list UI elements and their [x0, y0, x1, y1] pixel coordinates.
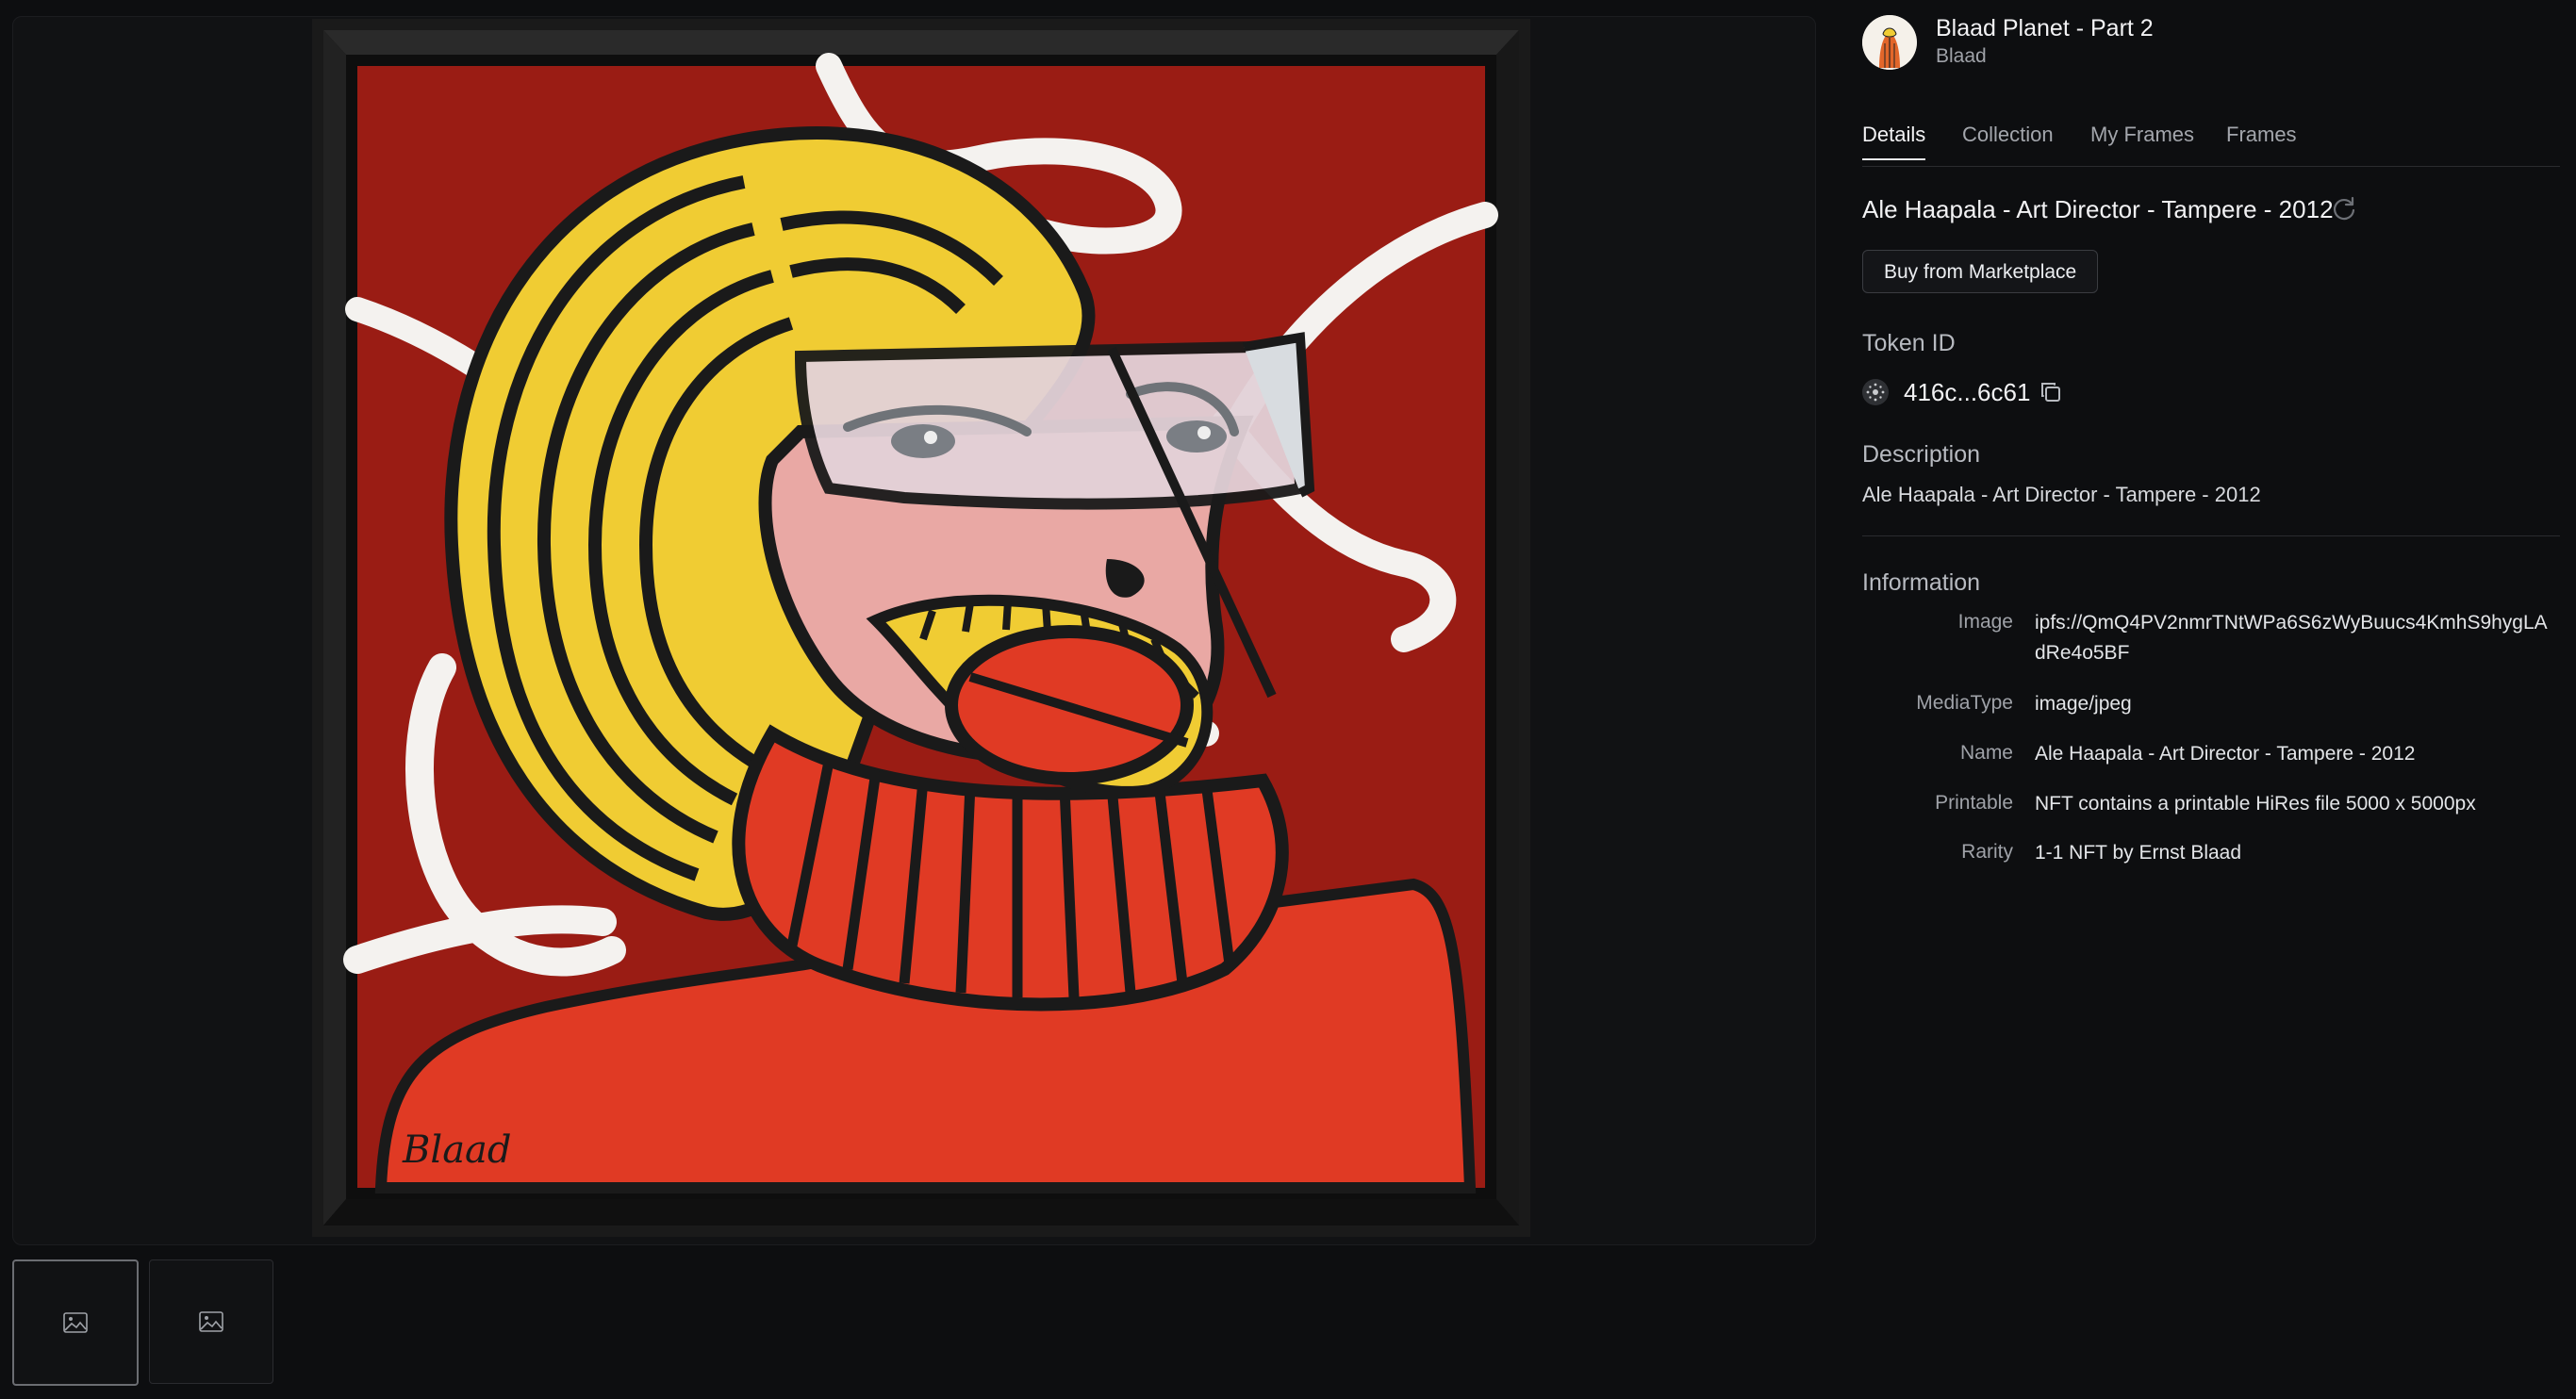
info-key-rarity: Rarity [1961, 841, 2013, 863]
thumbnail-2[interactable] [149, 1259, 273, 1384]
info-key-printable: Printable [1935, 792, 2013, 814]
info-value-image: ipfs://QmQ4PV2nmrTNtWPa6S6zWyBuucs4KmhS9… [2035, 612, 2548, 664]
info-value-printable: NFT contains a printable HiRes file 5000… [2035, 793, 2476, 815]
refresh-icon[interactable] [2330, 194, 2358, 222]
info-key-mediatype: MediaType [1916, 692, 2013, 714]
tab-details[interactable]: Details [1862, 123, 1926, 160]
thumbnail-1[interactable] [12, 1259, 139, 1386]
collection-avatar[interactable] [1862, 15, 1917, 70]
item-header: Blaad Planet - Part 2 Blaad [1862, 15, 2560, 72]
detail-tabs: Details Collection My Frames Frames [1862, 121, 2560, 167]
image-icon [63, 1312, 88, 1333]
details-panel: Blaad Planet - Part 2 Blaad Details Coll… [1862, 0, 2560, 1399]
info-value-rarity: 1-1 NFT by Ernst Blaad [2035, 842, 2242, 864]
token-id-value: 416c...6c61 [1904, 378, 2031, 406]
copy-icon[interactable] [2039, 380, 2063, 404]
collection-title[interactable]: Blaad Planet - Part 2 [1936, 15, 2154, 42]
description-text: Ale Haapala - Art Director - Tampere - 2… [1862, 483, 2261, 506]
divider [1862, 535, 2560, 536]
cardano-icon [1862, 379, 1889, 405]
tab-collection[interactable]: Collection [1962, 123, 2054, 147]
info-key-name: Name [1959, 742, 2013, 764]
description-label: Description [1862, 441, 1981, 468]
buy-from-marketplace-button[interactable]: Buy from Marketplace [1862, 250, 2099, 293]
token-id-label: Token ID [1862, 330, 1956, 356]
item-title: Ale Haapala - Art Director - Tampere - 2… [1862, 195, 2334, 223]
info-value-name: Ale Haapala - Art Director - Tampere - 2… [2035, 743, 2416, 765]
information-label: Information [1862, 569, 1981, 596]
tab-my-frames[interactable]: My Frames [2090, 123, 2194, 147]
tab-frames[interactable]: Frames [2226, 123, 2297, 147]
image-icon [199, 1311, 223, 1332]
creator-name[interactable]: Blaad [1936, 45, 1987, 68]
artwork-viewer: Blaad [12, 16, 1816, 1245]
svg-text:Blaad: Blaad [402, 1128, 512, 1172]
info-value-mediatype: image/jpeg [2035, 693, 2132, 715]
artwork-image: Blaad [301, 17, 1542, 1244]
info-key-image: Image [1957, 611, 2013, 633]
